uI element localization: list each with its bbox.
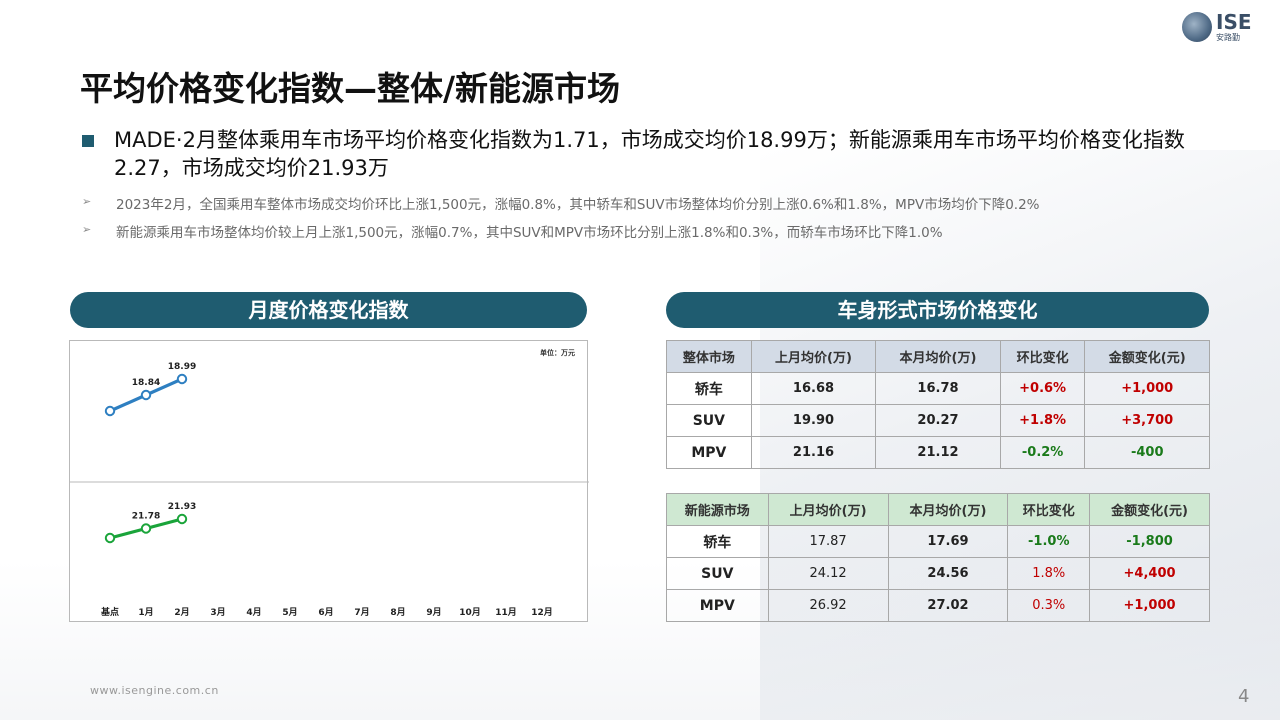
table-row: MPV 21.16 21.12 -0.2% -400 xyxy=(666,436,1210,469)
data-point xyxy=(104,405,116,417)
table-row-label: MPV xyxy=(666,589,769,622)
x-tick-label: 3月 xyxy=(210,607,225,618)
sub-bullet-text: 新能源乘用车市场整体均价较上月上涨1,500元，涨幅0.7%，其中SUV和MPV… xyxy=(116,225,943,241)
table-header-cell: 金额变化(元) xyxy=(1084,340,1210,373)
x-tick-label: 6月 xyxy=(318,607,333,618)
x-tick-label: 基点 xyxy=(100,606,119,618)
table-cell: -400 xyxy=(1084,436,1210,469)
data-point xyxy=(176,373,188,385)
table-row-label: SUV xyxy=(666,404,752,437)
table-header-cell: 本月均价(万) xyxy=(887,493,1009,526)
table-cell: 16.68 xyxy=(750,372,877,405)
data-point xyxy=(140,523,152,534)
chart-svg: 单位：万元 18.84 18.99 21.78 21.93 基点 1月 2月 3月 4月 5月 6月 7… xyxy=(70,348,589,618)
table-row: MPV 26.92 27.02 0.3% +1,000 xyxy=(666,589,1210,622)
table-cell: 0.3% xyxy=(1007,589,1091,622)
arrow-bullet-icon: ➢ xyxy=(82,223,92,236)
table-cell: 26.92 xyxy=(767,589,889,622)
page-number: 4 xyxy=(1238,686,1250,707)
table-header-cell: 环比变化 xyxy=(999,340,1086,373)
table-cell: +1,000 xyxy=(1084,372,1210,405)
table-row-label: 轿车 xyxy=(666,372,752,405)
section-header-body-type: 车身形式市场价格变化 xyxy=(666,292,1209,328)
page-title: 平均价格变化指数—整体/新能源市场 xyxy=(80,69,621,108)
x-tick-label: 2月 xyxy=(174,607,189,618)
overall-market-table: 整体市场 上月均价(万) 本月均价(万) 环比变化 金额变化(元) 轿车 16.68 16.… xyxy=(666,340,1210,469)
table-row-label: SUV xyxy=(666,557,769,590)
table-cell: +3,700 xyxy=(1084,404,1210,437)
data-point xyxy=(104,532,116,544)
x-tick-label: 12月 xyxy=(531,607,553,618)
logo-globe-icon xyxy=(1182,12,1212,42)
table-row: 轿车 16.68 16.78 +0.6% +1,000 xyxy=(666,372,1210,405)
table-cell: 21.12 xyxy=(875,436,1001,469)
main-bullet-text: MADE·2月整体乘用车市场平均价格变化指数为1.71，市场成交均价18.99万… xyxy=(114,128,1185,180)
chart-unit-label: 单位：万元 xyxy=(540,348,575,357)
table-cell: 17.69 xyxy=(887,525,1009,558)
table-cell: 19.90 xyxy=(750,404,877,437)
table-cell: -1.0% xyxy=(1007,525,1091,558)
table-header-cell: 上月均价(万) xyxy=(767,493,889,526)
table-header-cell: 环比变化 xyxy=(1007,493,1091,526)
table-row-label: MPV xyxy=(666,436,752,469)
table-cell: -1,800 xyxy=(1089,525,1210,558)
table-cell: 27.02 xyxy=(887,589,1009,622)
data-label: 21.93 xyxy=(168,502,196,512)
table-cell: 20.27 xyxy=(875,404,1001,437)
table-row: SUV 19.90 20.27 +1.8% +3,700 xyxy=(666,404,1210,437)
table-cell: 24.12 xyxy=(767,557,889,590)
x-tick-label: 10月 xyxy=(459,607,481,618)
table-header-cell: 上月均价(万) xyxy=(750,340,877,373)
sub-bullet-text: 2023年2月，全国乘用车整体市场成交均价环比上涨1,500元，涨幅0.8%，其… xyxy=(116,197,1040,213)
nev-market-table: 新能源市场 上月均价(万) 本月均价(万) 环比变化 金额变化(元) 轿车 17.87 17… xyxy=(666,493,1210,622)
sub-bullet: ➢ 新能源乘用车市场整体均价较上月上涨1,500元，涨幅0.7%，其中SUV和M… xyxy=(82,221,943,241)
data-label: 18.99 xyxy=(168,362,196,372)
section-header-monthly-index: 月度价格变化指数 xyxy=(70,292,587,328)
table-header-cell: 新能源市场 xyxy=(666,493,769,526)
logo-text: ISE xyxy=(1216,10,1252,34)
x-tick-label: 4月 xyxy=(246,607,261,618)
table-cell: +4,400 xyxy=(1089,557,1210,590)
table-cell: 1.8% xyxy=(1007,557,1091,590)
x-tick-label: 11月 xyxy=(495,607,517,618)
main-bullet: MADE·2月整体乘用车市场平均价格变化指数为1.71，市场成交均价18.99万… xyxy=(82,126,1202,182)
table-header-cell: 整体市场 xyxy=(666,340,752,373)
table-cell: 24.56 xyxy=(887,557,1009,590)
brand-logo: ISE 安路勤 xyxy=(1182,10,1256,42)
data-label: 18.84 xyxy=(132,378,160,388)
x-tick-label: 8月 xyxy=(390,607,405,618)
x-tick-label: 7月 xyxy=(354,607,369,618)
data-point xyxy=(176,513,188,525)
table-header-cell: 本月均价(万) xyxy=(875,340,1001,373)
table-cell: 17.87 xyxy=(767,525,889,558)
data-point xyxy=(140,389,152,401)
x-tick-label: 1月 xyxy=(138,607,153,618)
table-row: 轿车 17.87 17.69 -1.0% -1,800 xyxy=(666,525,1210,558)
table-cell: +1,000 xyxy=(1089,589,1210,622)
table-header-cell: 金额变化(元) xyxy=(1089,493,1210,526)
table-cell: 16.78 xyxy=(875,372,1001,405)
arrow-bullet-icon: ➢ xyxy=(82,195,92,208)
monthly-index-chart: 单位：万元 18.84 18.99 21.78 21.93 基点 1月 2月 3月 4月 5月 6月 7… xyxy=(69,340,589,622)
table-row: SUV 24.12 24.56 1.8% +4,400 xyxy=(666,557,1210,590)
logo-subtext: 安路勤 xyxy=(1216,33,1240,42)
square-bullet-icon xyxy=(82,135,94,147)
table-row-label: 轿车 xyxy=(666,525,769,558)
footer-url: www.isengine.com.cn xyxy=(90,684,219,697)
table-cell: +0.6% xyxy=(999,372,1086,405)
x-tick-label: 9月 xyxy=(426,607,441,618)
table-cell: +1.8% xyxy=(999,404,1086,437)
x-tick-label: 5月 xyxy=(282,607,297,618)
sub-bullet: ➢ 2023年2月，全国乘用车整体市场成交均价环比上涨1,500元，涨幅0.8%… xyxy=(82,193,1040,213)
table-cell: 21.16 xyxy=(750,436,877,469)
table-cell: -0.2% xyxy=(999,436,1086,469)
data-label: 21.78 xyxy=(132,512,160,522)
